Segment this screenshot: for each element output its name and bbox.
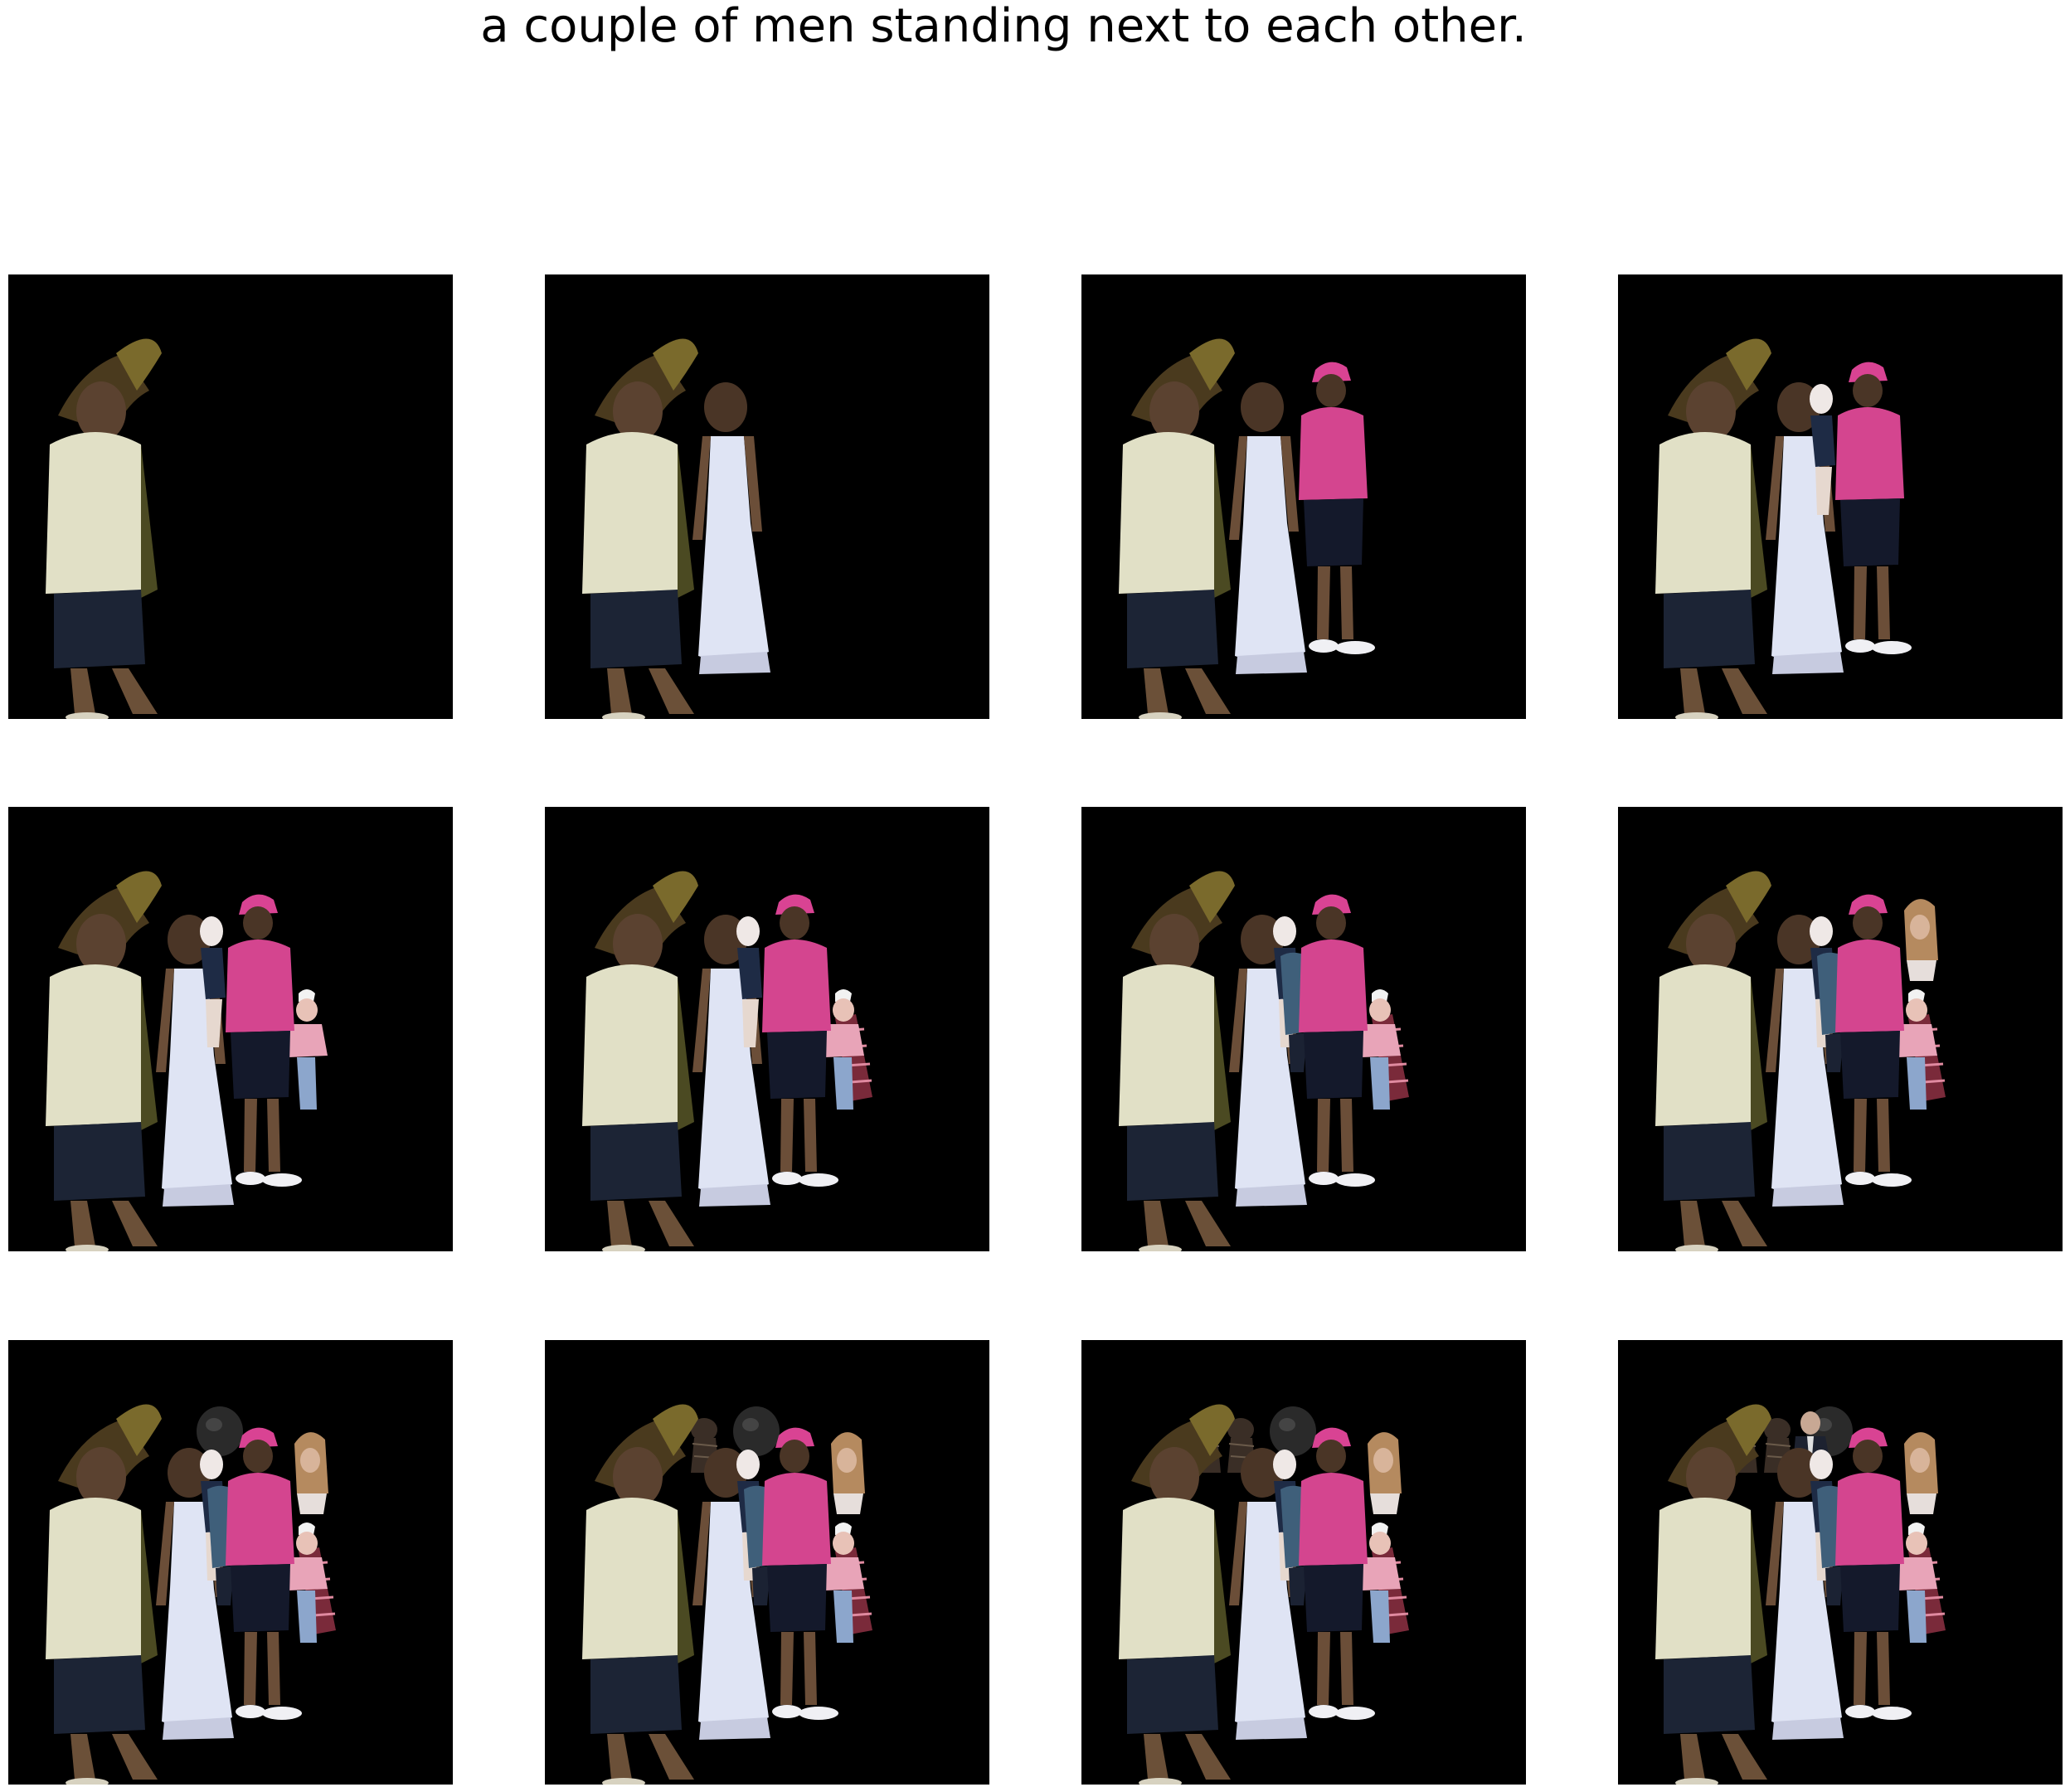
panel-4-image: [1618, 274, 2063, 719]
panel-12-image: [1618, 1340, 2063, 1785]
blonde-woman: [1904, 1432, 1938, 1514]
panel-7-image: [1081, 807, 1526, 1251]
panel-11: [1081, 1340, 1526, 1785]
panel-10: [545, 1340, 989, 1785]
blonde-woman: [1368, 1432, 1402, 1514]
blonde-woman: [831, 1432, 865, 1514]
blonde-woman: [1904, 899, 1938, 981]
panel-6: [545, 807, 989, 1251]
panel-4: [1618, 274, 2063, 719]
panel-8: [1618, 807, 2063, 1251]
panel-2: [545, 274, 989, 719]
panel-6-image: [545, 807, 989, 1251]
panel-12: [1618, 1340, 2063, 1785]
panel-5-image: [8, 807, 453, 1251]
blonde-woman: [294, 1432, 328, 1514]
dark-head: [733, 1406, 780, 1456]
dark-head: [197, 1406, 243, 1456]
panel-7: [1081, 807, 1526, 1251]
panel-9-image: [8, 1340, 453, 1785]
panel-8-image: [1618, 807, 2063, 1251]
dark-head: [1270, 1406, 1316, 1456]
figure-caption: a couple of men standing next to each ot…: [480, 0, 1527, 53]
panel-1-image: [8, 274, 453, 719]
panel-1: [8, 274, 453, 719]
panel-5: [8, 807, 453, 1251]
panel-11-image: [1081, 1340, 1526, 1785]
panel-3: [1081, 274, 1526, 719]
panel-2-image: [545, 274, 989, 719]
panel-3-image: [1081, 274, 1526, 719]
panel-10-image: [545, 1340, 989, 1785]
panel-9: [8, 1340, 453, 1785]
